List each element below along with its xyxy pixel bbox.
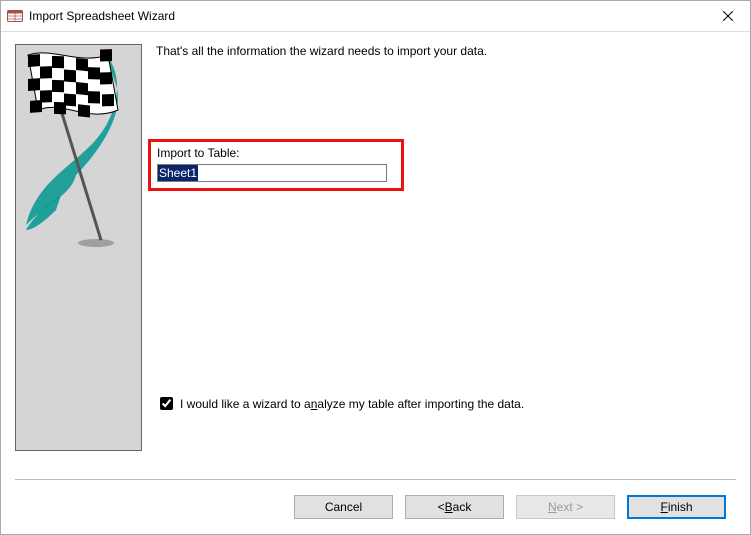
wizard-content: That's all the information the wizard ne…	[142, 44, 736, 479]
wizard-button-row: Cancel < Back Next > Finish	[1, 480, 750, 534]
next-button: Next >	[516, 495, 615, 519]
window-close-button[interactable]	[706, 1, 750, 31]
import-to-table-label: Import to Table:	[157, 146, 395, 160]
wizard-window: Import Spreadsheet Wizard	[0, 0, 751, 535]
access-app-icon	[7, 8, 23, 24]
cancel-button[interactable]: Cancel	[294, 495, 393, 519]
back-button[interactable]: < Back	[405, 495, 504, 519]
wizard-decorative-image	[15, 44, 142, 451]
intro-text: That's all the information the wizard ne…	[156, 44, 736, 58]
finish-button[interactable]: Finish	[627, 495, 726, 519]
analyze-checkbox-label[interactable]: I would like a wizard to analyze my tabl…	[180, 397, 524, 411]
close-icon	[723, 8, 733, 24]
import-to-table-input[interactable]	[157, 164, 387, 182]
analyze-checkbox[interactable]	[160, 397, 173, 410]
window-title: Import Spreadsheet Wizard	[29, 9, 706, 23]
import-to-table-group: Import to Table: Sheet1	[148, 139, 404, 191]
analyze-checkbox-row: I would like a wizard to analyze my tabl…	[156, 394, 524, 413]
titlebar: Import Spreadsheet Wizard	[1, 1, 750, 32]
